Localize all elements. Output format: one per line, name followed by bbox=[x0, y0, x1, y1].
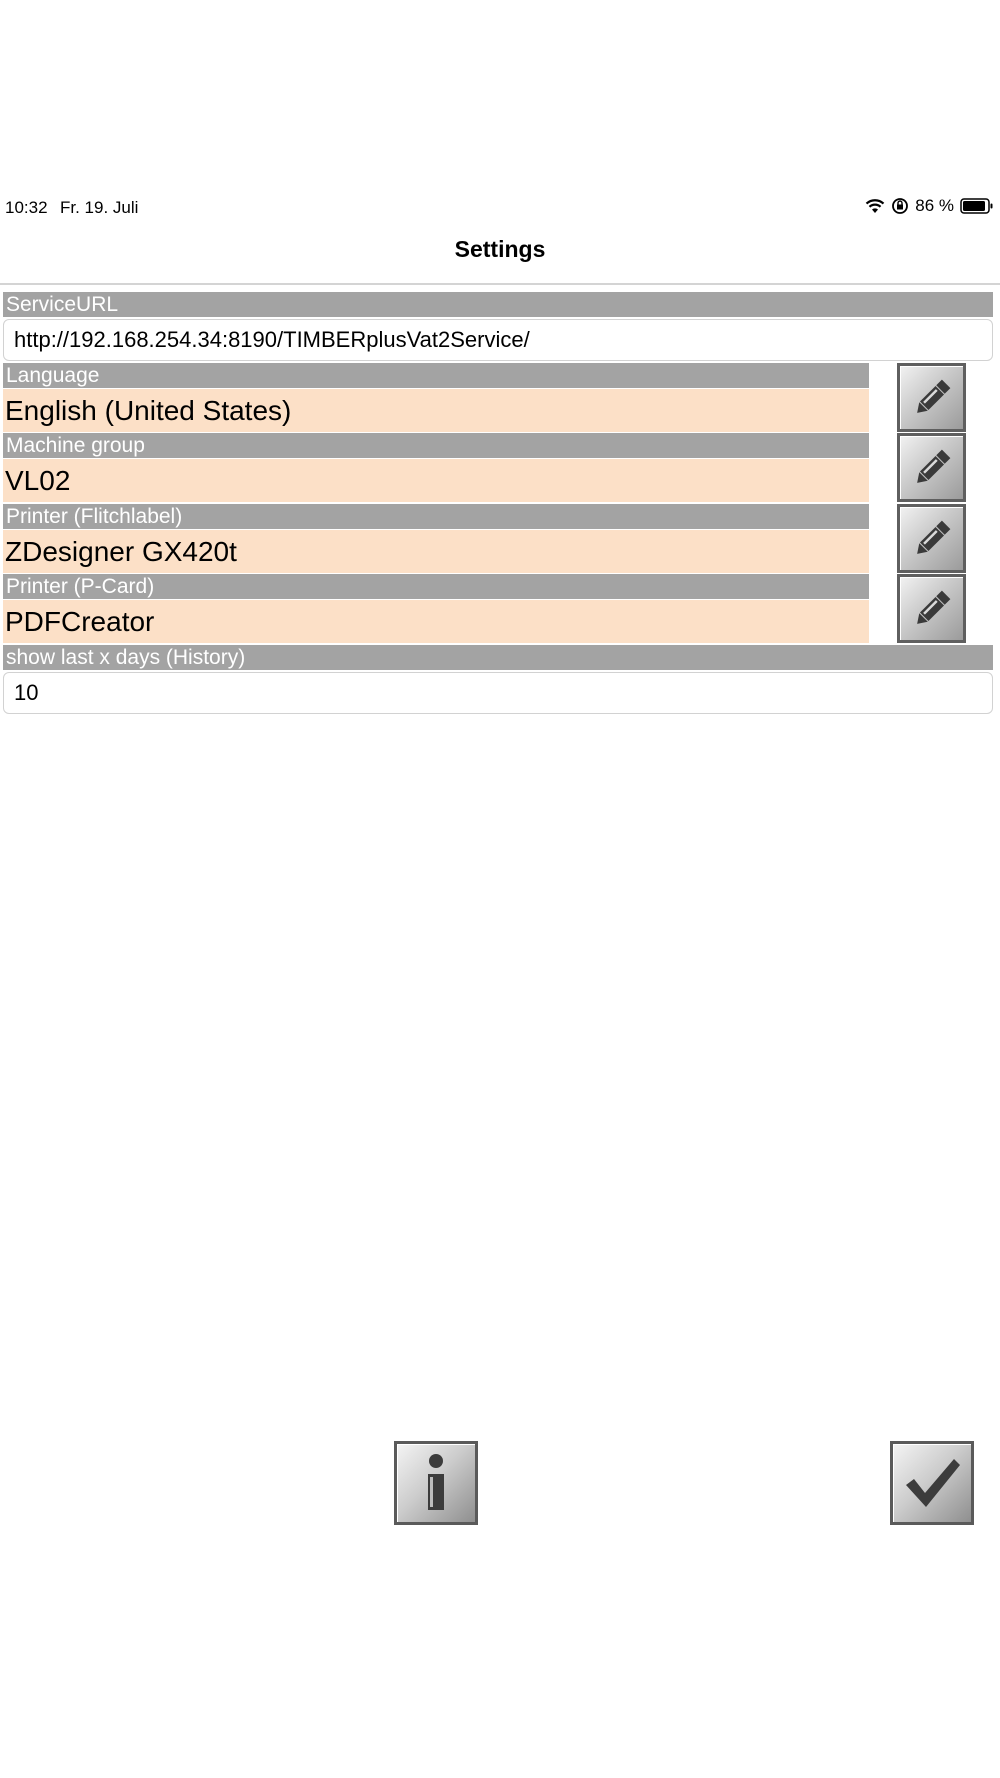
info-button[interactable] bbox=[394, 1441, 478, 1525]
status-indicators: 86 % bbox=[865, 196, 994, 216]
machine-group-value: VL02 bbox=[3, 459, 869, 502]
service-url-input[interactable] bbox=[3, 319, 993, 361]
orientation-lock-icon bbox=[891, 197, 909, 215]
edit-machine-group-button[interactable] bbox=[897, 433, 966, 502]
status-bar: 10:32 Fr. 19. Juli 86 % bbox=[0, 193, 1000, 223]
info-icon bbox=[428, 1454, 444, 1510]
printer-flitchlabel-label: Printer (Flitchlabel) bbox=[3, 504, 869, 529]
battery-percent: 86 % bbox=[915, 196, 954, 215]
wifi-icon bbox=[865, 198, 885, 214]
language-value: English (United States) bbox=[3, 389, 869, 432]
pencil-icon bbox=[916, 590, 950, 624]
printer-pcard-label: Printer (P-Card) bbox=[3, 574, 869, 599]
status-date: Fr. 19. Juli bbox=[60, 198, 139, 217]
page-title: Settings bbox=[454, 236, 546, 262]
edit-printer-pcard-button[interactable] bbox=[897, 574, 966, 643]
pencil-icon bbox=[916, 449, 950, 483]
confirm-button[interactable] bbox=[890, 1441, 974, 1525]
pencil-icon bbox=[916, 520, 950, 554]
printer-flitchlabel-value: ZDesigner GX420t bbox=[3, 530, 869, 573]
status-time: 10:32 bbox=[5, 198, 48, 217]
history-days-label: show last x days (History) bbox=[3, 645, 993, 670]
language-label: Language bbox=[3, 363, 869, 388]
service-url-label: ServiceURL bbox=[3, 292, 993, 317]
edit-printer-flitchlabel-button[interactable] bbox=[897, 504, 966, 573]
history-days-input[interactable] bbox=[3, 672, 993, 714]
nav-divider bbox=[0, 283, 1000, 285]
checkmark-icon bbox=[906, 1459, 960, 1507]
edit-language-button[interactable] bbox=[897, 363, 966, 432]
pencil-icon bbox=[916, 379, 950, 413]
machine-group-label: Machine group bbox=[3, 433, 869, 458]
printer-pcard-value: PDFCreator bbox=[3, 600, 869, 643]
battery-icon bbox=[960, 198, 994, 214]
